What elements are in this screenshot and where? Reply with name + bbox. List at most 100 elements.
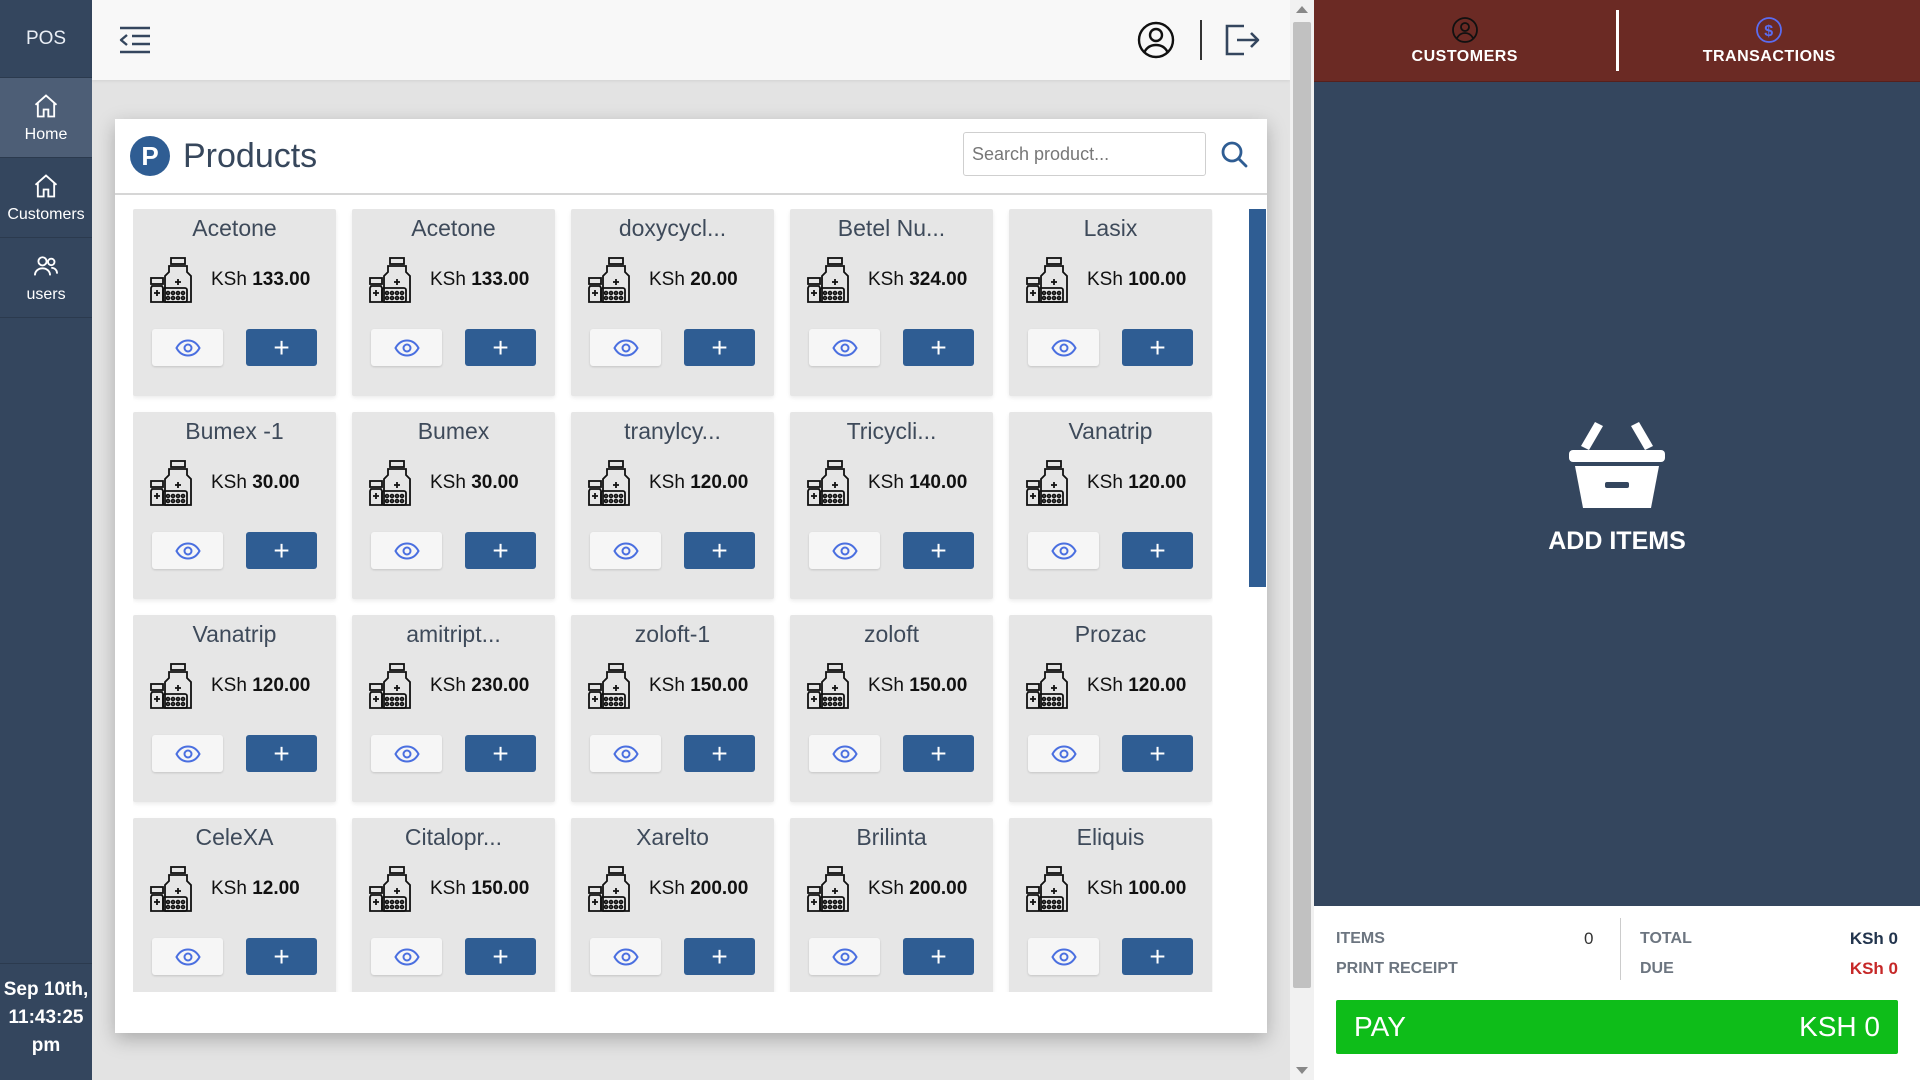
view-product-button[interactable] xyxy=(152,329,223,366)
print-receipt-button[interactable]: PRINT RECEIPT xyxy=(1336,954,1458,984)
add-to-cart-button[interactable]: + xyxy=(246,329,317,366)
medicine-icon xyxy=(807,257,849,303)
add-to-cart-button[interactable]: + xyxy=(246,735,317,772)
add-to-cart-button[interactable]: + xyxy=(903,938,974,975)
product-card: CeleXA KSh 12.00 + xyxy=(133,818,336,992)
products-scrollbar-thumb[interactable] xyxy=(1249,209,1266,587)
view-product-button[interactable] xyxy=(590,735,661,772)
view-product-button[interactable] xyxy=(1028,735,1099,772)
sidebar-item-users[interactable]: users xyxy=(0,238,92,318)
price-value: 100.00 xyxy=(1128,878,1187,899)
add-to-cart-button[interactable]: + xyxy=(684,735,755,772)
add-to-cart-button[interactable]: + xyxy=(1122,938,1193,975)
eye-icon xyxy=(393,541,420,560)
view-product-button[interactable] xyxy=(152,938,223,975)
product-card: Brilinta KSh 200.00 + xyxy=(790,818,993,992)
sidebar-item-customers[interactable]: Customers xyxy=(0,158,92,238)
view-product-button[interactable] xyxy=(1028,532,1099,569)
eye-icon xyxy=(831,744,858,763)
currency-label: KSh xyxy=(211,878,247,899)
tab-customers[interactable]: CUSTOMERS xyxy=(1314,0,1616,81)
scroll-up-arrow-icon[interactable] xyxy=(1296,6,1308,13)
pay-label: PAY xyxy=(1354,1011,1406,1042)
add-to-cart-button[interactable]: + xyxy=(903,532,974,569)
eye-icon xyxy=(1050,744,1077,763)
sidebar-item-label: Home xyxy=(24,125,68,143)
currency-label: KSh xyxy=(1087,878,1123,899)
add-to-cart-button[interactable]: + xyxy=(903,329,974,366)
product-card: Acetone KSh 133.00 + xyxy=(352,209,555,396)
home-icon xyxy=(34,173,58,197)
product-name: Prozac xyxy=(1074,621,1147,647)
medicine-icon xyxy=(807,460,849,506)
view-product-button[interactable] xyxy=(809,735,880,772)
search-input[interactable] xyxy=(963,132,1206,176)
medicine-icon xyxy=(369,866,411,912)
product-price: KSh 150.00 xyxy=(430,878,529,900)
currency-label: KSh xyxy=(868,675,904,696)
view-product-button[interactable] xyxy=(1028,938,1099,975)
view-product-button[interactable] xyxy=(371,329,442,366)
menu-icon[interactable] xyxy=(116,22,154,58)
total-label: TOTAL xyxy=(1640,930,1692,947)
medicine-icon xyxy=(150,460,192,506)
product-price: KSh 150.00 xyxy=(868,675,967,697)
medicine-icon xyxy=(150,866,192,912)
currency-label: KSh xyxy=(868,269,904,290)
tab-transactions[interactable]: $ TRANSACTIONS xyxy=(1619,0,1920,81)
view-product-button[interactable] xyxy=(152,735,223,772)
summary-divider xyxy=(1620,918,1621,980)
add-to-cart-button[interactable]: + xyxy=(1122,735,1193,772)
product-name: Xarelto xyxy=(636,824,709,850)
product-card: Bumex -1 KSh 30.00 + xyxy=(133,412,336,599)
product-name: zoloft-1 xyxy=(634,621,711,647)
divider xyxy=(1200,20,1202,60)
scroll-down-arrow-icon[interactable] xyxy=(1296,1067,1308,1074)
add-to-cart-button[interactable]: + xyxy=(246,532,317,569)
product-price: KSh 230.00 xyxy=(430,675,529,697)
add-to-cart-button[interactable]: + xyxy=(684,938,755,975)
view-product-button[interactable] xyxy=(1028,329,1099,366)
view-product-button[interactable] xyxy=(371,735,442,772)
price-value: 12.00 xyxy=(252,878,300,899)
add-to-cart-button[interactable]: + xyxy=(1122,532,1193,569)
view-product-button[interactable] xyxy=(371,532,442,569)
pay-button[interactable]: PAY KSH 0 xyxy=(1336,1000,1898,1054)
view-product-button[interactable] xyxy=(590,329,661,366)
add-to-cart-button[interactable]: + xyxy=(465,938,536,975)
items-label: ITEMS xyxy=(1336,930,1385,947)
add-to-cart-button[interactable]: + xyxy=(903,735,974,772)
sidebar-item-home[interactable]: Home xyxy=(0,78,92,158)
view-product-button[interactable] xyxy=(809,329,880,366)
search-icon[interactable] xyxy=(1219,139,1249,169)
currency-label: KSh xyxy=(211,269,247,290)
logout-icon[interactable] xyxy=(1220,20,1260,60)
product-name: Bumex -1 xyxy=(185,418,284,444)
price-value: 30.00 xyxy=(252,472,300,493)
eye-icon xyxy=(831,541,858,560)
add-to-cart-button[interactable]: + xyxy=(465,329,536,366)
scrollbar-thumb[interactable] xyxy=(1293,22,1311,988)
view-product-button[interactable] xyxy=(809,938,880,975)
add-to-cart-button[interactable]: + xyxy=(1122,329,1193,366)
view-product-button[interactable] xyxy=(371,938,442,975)
add-to-cart-button[interactable]: + xyxy=(465,532,536,569)
price-value: 230.00 xyxy=(471,675,530,696)
account-icon[interactable] xyxy=(1136,20,1176,60)
view-product-button[interactable] xyxy=(590,938,661,975)
view-product-button[interactable] xyxy=(809,532,880,569)
add-to-cart-button[interactable]: + xyxy=(684,329,755,366)
add-to-cart-button[interactable]: + xyxy=(684,532,755,569)
product-price: KSh 120.00 xyxy=(1087,472,1186,494)
product-card: doxycycl... KSh 20.00 + xyxy=(571,209,774,396)
add-to-cart-button[interactable]: + xyxy=(246,938,317,975)
view-product-button[interactable] xyxy=(152,532,223,569)
currency-label: KSh xyxy=(211,675,247,696)
page-scrollbar[interactable] xyxy=(1290,0,1314,1080)
product-price: KSh 133.00 xyxy=(430,269,529,291)
product-name: doxycycl... xyxy=(618,215,727,241)
medicine-icon xyxy=(369,663,411,709)
brand-label: POS xyxy=(0,0,92,78)
add-to-cart-button[interactable]: + xyxy=(465,735,536,772)
view-product-button[interactable] xyxy=(590,532,661,569)
